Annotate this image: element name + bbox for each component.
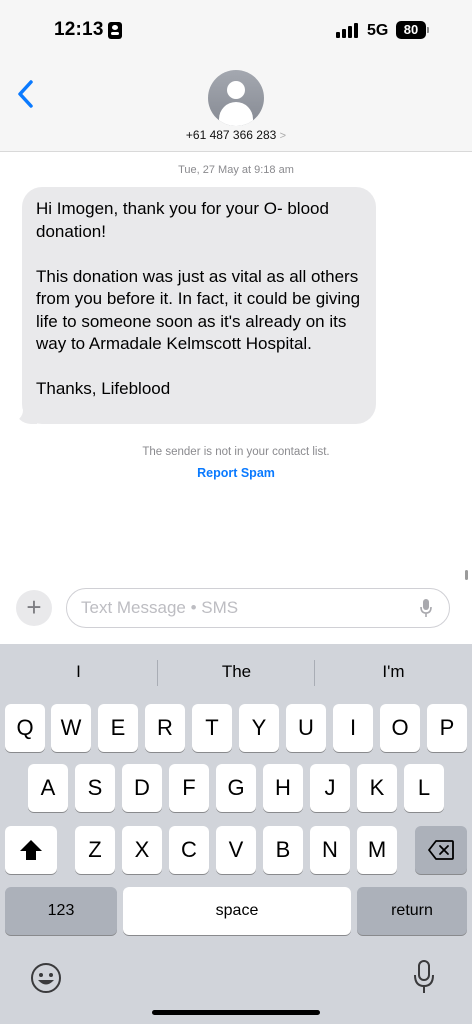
key-l[interactable]: L: [404, 764, 444, 812]
contact-number-text: +61 487 366 283: [185, 128, 277, 142]
key-c[interactable]: C: [169, 826, 209, 874]
key-n[interactable]: N: [310, 826, 350, 874]
person-icon-body: [219, 102, 253, 126]
keyboard: I The I'm Q W E R T Y U I O P A S D F G …: [0, 644, 472, 1024]
key-z[interactable]: Z: [75, 826, 115, 874]
key-w[interactable]: W: [51, 704, 91, 752]
unknown-sender-notice: The sender is not in your contact list.: [142, 446, 330, 458]
chevron-left-icon: [18, 80, 33, 108]
key-e[interactable]: E: [98, 704, 138, 752]
shift-icon: [20, 840, 42, 860]
battery-tip: [427, 27, 429, 33]
return-key[interactable]: return: [357, 887, 467, 935]
shift-key[interactable]: [5, 826, 57, 874]
numbers-key[interactable]: 123: [5, 887, 117, 935]
key-h[interactable]: H: [263, 764, 303, 812]
space-key[interactable]: space: [123, 887, 351, 935]
scroll-indicator: [465, 570, 468, 580]
key-m[interactable]: M: [357, 826, 397, 874]
key-i[interactable]: I: [333, 704, 373, 752]
emoji-icon[interactable]: [30, 962, 62, 994]
microphone-icon[interactable]: [420, 598, 432, 618]
key-b[interactable]: B: [263, 826, 303, 874]
message-line: Hi Imogen, thank you for your O- blood d…: [36, 199, 329, 241]
key-g[interactable]: G: [216, 764, 256, 812]
key-o[interactable]: O: [380, 704, 420, 752]
dictation-microphone-icon[interactable]: [414, 960, 434, 994]
contact-avatar[interactable]: [208, 70, 264, 126]
person-icon: [227, 81, 245, 99]
cellular-signal-icon: [336, 23, 360, 38]
key-k[interactable]: K: [357, 764, 397, 812]
report-spam-link[interactable]: Report Spam: [0, 466, 472, 480]
add-attachment-button[interactable]: +: [16, 590, 52, 626]
key-u[interactable]: U: [286, 704, 326, 752]
backspace-icon: [428, 840, 454, 860]
message-timestamp: Tue, 27 May at 9:18 am: [178, 164, 294, 176]
status-time: 12:13: [54, 19, 104, 40]
contact-number[interactable]: +61 487 366 283 >: [0, 128, 472, 142]
battery-icon: 80: [396, 21, 426, 39]
message-line: Thanks, Lifeblood: [36, 379, 171, 398]
key-p[interactable]: P: [427, 704, 467, 752]
back-button[interactable]: [14, 78, 38, 110]
key-x[interactable]: X: [122, 826, 162, 874]
suggestion-1[interactable]: I: [0, 644, 157, 700]
suggestion-2[interactable]: The: [158, 644, 315, 700]
key-q[interactable]: Q: [5, 704, 45, 752]
key-a[interactable]: A: [28, 764, 68, 812]
suggestion-3[interactable]: I'm: [315, 644, 472, 700]
key-t[interactable]: T: [192, 704, 232, 752]
chevron-right-icon: >: [279, 130, 287, 142]
incoming-message-bubble[interactable]: Hi Imogen, thank you for your O- blood d…: [22, 187, 376, 424]
key-f[interactable]: F: [169, 764, 209, 812]
key-j[interactable]: J: [310, 764, 350, 812]
home-indicator: [152, 1010, 320, 1015]
message-line: This donation was just as vital as all o…: [36, 266, 361, 354]
key-v[interactable]: V: [216, 826, 256, 874]
key-d[interactable]: D: [122, 764, 162, 812]
focus-id-icon: [108, 22, 122, 39]
delete-key[interactable]: [415, 826, 467, 874]
network-type: 5G: [367, 22, 389, 39]
key-y[interactable]: Y: [239, 704, 279, 752]
conversation-header: 12:13 5G 80 +61 487 366 283 >: [0, 0, 472, 152]
message-input[interactable]: [66, 588, 450, 628]
key-r[interactable]: R: [145, 704, 185, 752]
key-s[interactable]: S: [75, 764, 115, 812]
